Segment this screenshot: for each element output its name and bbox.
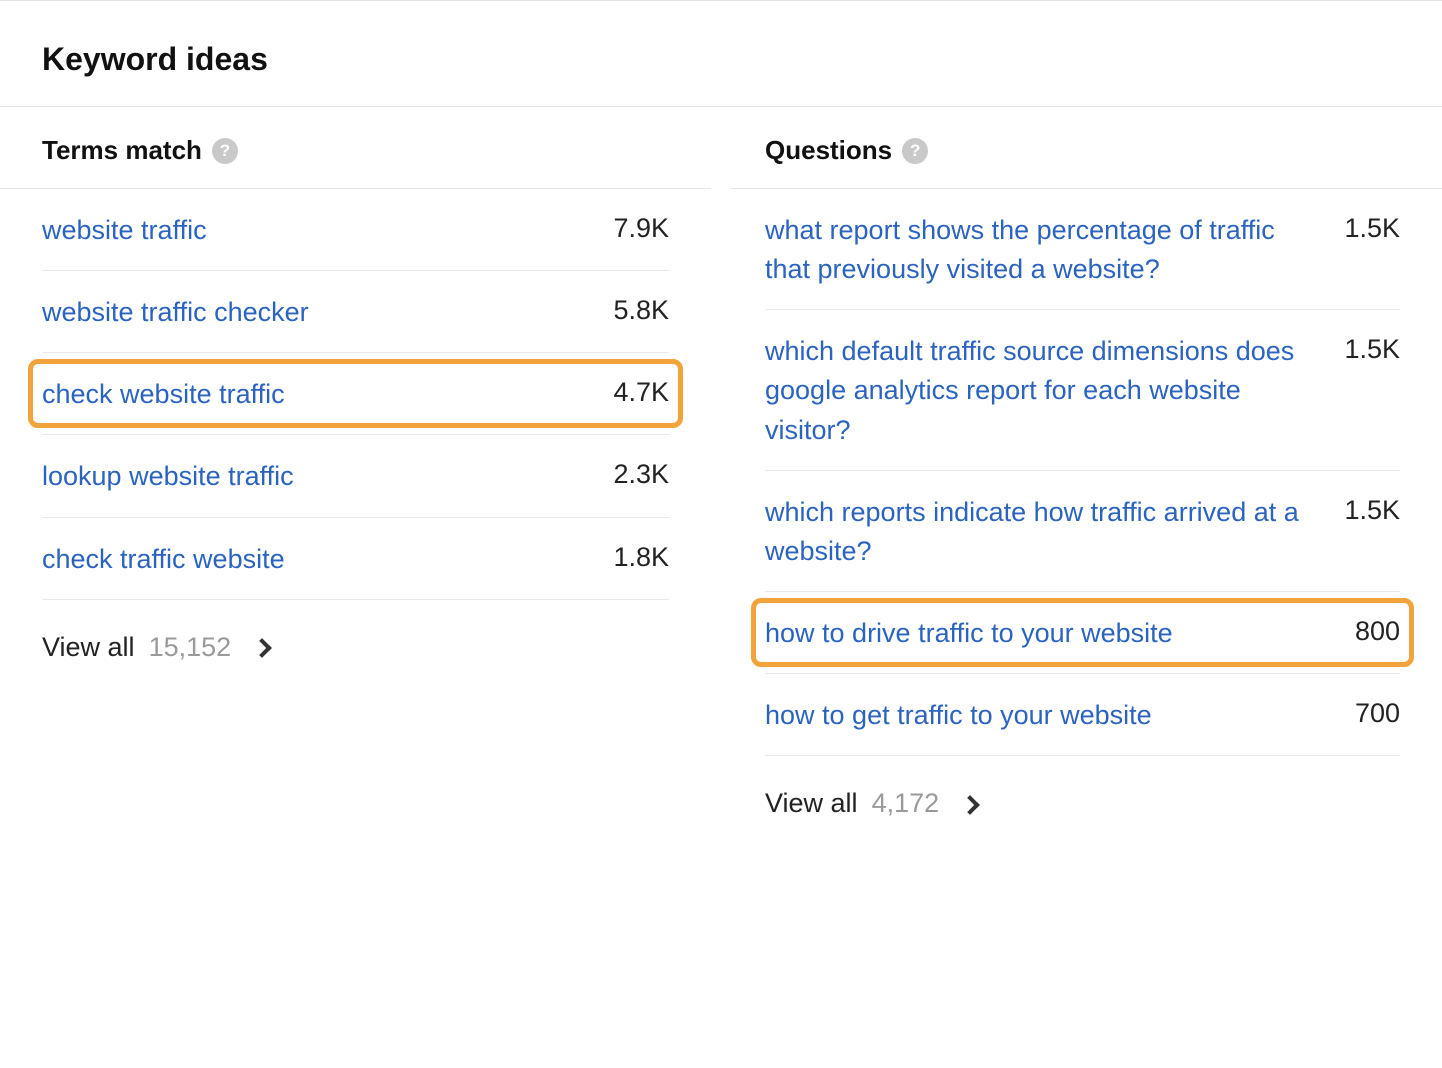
questions-view-all[interactable]: View all 4,172 bbox=[731, 756, 1442, 819]
questions-header: Questions ? bbox=[731, 107, 1442, 189]
keyword-link[interactable]: website traffic checker bbox=[42, 293, 583, 332]
keyword-row: how to get traffic to your website 700 bbox=[765, 674, 1400, 756]
keyword-row: website traffic checker 5.8K bbox=[42, 271, 669, 353]
terms-rows: website traffic 7.9K website traffic check… bbox=[0, 189, 711, 600]
view-all-label: View all bbox=[42, 632, 135, 663]
keyword-volume: 2.3K bbox=[613, 457, 669, 490]
keyword-link[interactable]: how to drive traffic to your website bbox=[765, 614, 1325, 653]
keyword-link[interactable]: check website traffic bbox=[42, 375, 583, 414]
terms-match-header: Terms match ? bbox=[0, 107, 711, 189]
keyword-volume: 800 bbox=[1355, 614, 1400, 647]
view-all-label: View all bbox=[765, 788, 858, 819]
questions-rows: what report shows the percentage of traf… bbox=[731, 189, 1442, 756]
keyword-row: how to drive traffic to your website 800 bbox=[765, 592, 1400, 674]
keyword-link[interactable]: how to get traffic to your website bbox=[765, 696, 1325, 735]
keyword-ideas-panel: Keyword ideas Terms match ? website traf… bbox=[0, 0, 1442, 819]
keyword-link[interactable]: what report shows the percentage of traf… bbox=[765, 211, 1314, 289]
keyword-row: what report shows the percentage of traf… bbox=[765, 189, 1400, 310]
keyword-link[interactable]: website traffic bbox=[42, 211, 583, 250]
keyword-volume: 700 bbox=[1355, 696, 1400, 729]
keyword-link[interactable]: which default traffic source dimensions … bbox=[765, 332, 1314, 449]
columns: Terms match ? website traffic7.9Kwebsite… bbox=[0, 106, 1442, 819]
keyword-volume: 7.9K bbox=[613, 211, 669, 244]
keyword-volume: 1.5K bbox=[1344, 493, 1400, 526]
panel-title: Keyword ideas bbox=[0, 1, 1442, 106]
keyword-row: website traffic 7.9K bbox=[42, 189, 669, 271]
keyword-link[interactable]: check traffic website bbox=[42, 540, 583, 579]
keyword-volume: 1.5K bbox=[1344, 332, 1400, 365]
view-all-count: 15,152 bbox=[149, 632, 232, 663]
keyword-volume: 1.5K bbox=[1344, 211, 1400, 244]
terms-match-label: Terms match bbox=[42, 135, 202, 166]
terms-view-all[interactable]: View all 15,152 bbox=[0, 600, 711, 663]
keyword-link[interactable]: which reports indicate how traffic arriv… bbox=[765, 493, 1314, 571]
keyword-row: which reports indicate how traffic arriv… bbox=[765, 471, 1400, 592]
keyword-volume: 1.8K bbox=[613, 540, 669, 573]
questions-column: Questions ? what report shows the percen… bbox=[721, 107, 1442, 819]
chevron-right-icon bbox=[252, 638, 272, 658]
keyword-row: check website traffic 4.7K bbox=[42, 353, 669, 435]
keyword-link[interactable]: lookup website traffic bbox=[42, 457, 583, 496]
keyword-volume: 4.7K bbox=[613, 375, 669, 408]
chevron-right-icon bbox=[960, 795, 980, 815]
questions-label: Questions bbox=[765, 135, 892, 166]
help-icon[interactable]: ? bbox=[212, 138, 238, 164]
keyword-volume: 5.8K bbox=[613, 293, 669, 326]
keyword-row: lookup website traffic 2.3K bbox=[42, 435, 669, 517]
terms-match-column: Terms match ? website traffic7.9Kwebsite… bbox=[0, 107, 721, 819]
help-icon[interactable]: ? bbox=[902, 138, 928, 164]
keyword-row: which default traffic source dimensions … bbox=[765, 310, 1400, 470]
keyword-row: check traffic website 1.8K bbox=[42, 518, 669, 600]
view-all-count: 4,172 bbox=[872, 788, 940, 819]
